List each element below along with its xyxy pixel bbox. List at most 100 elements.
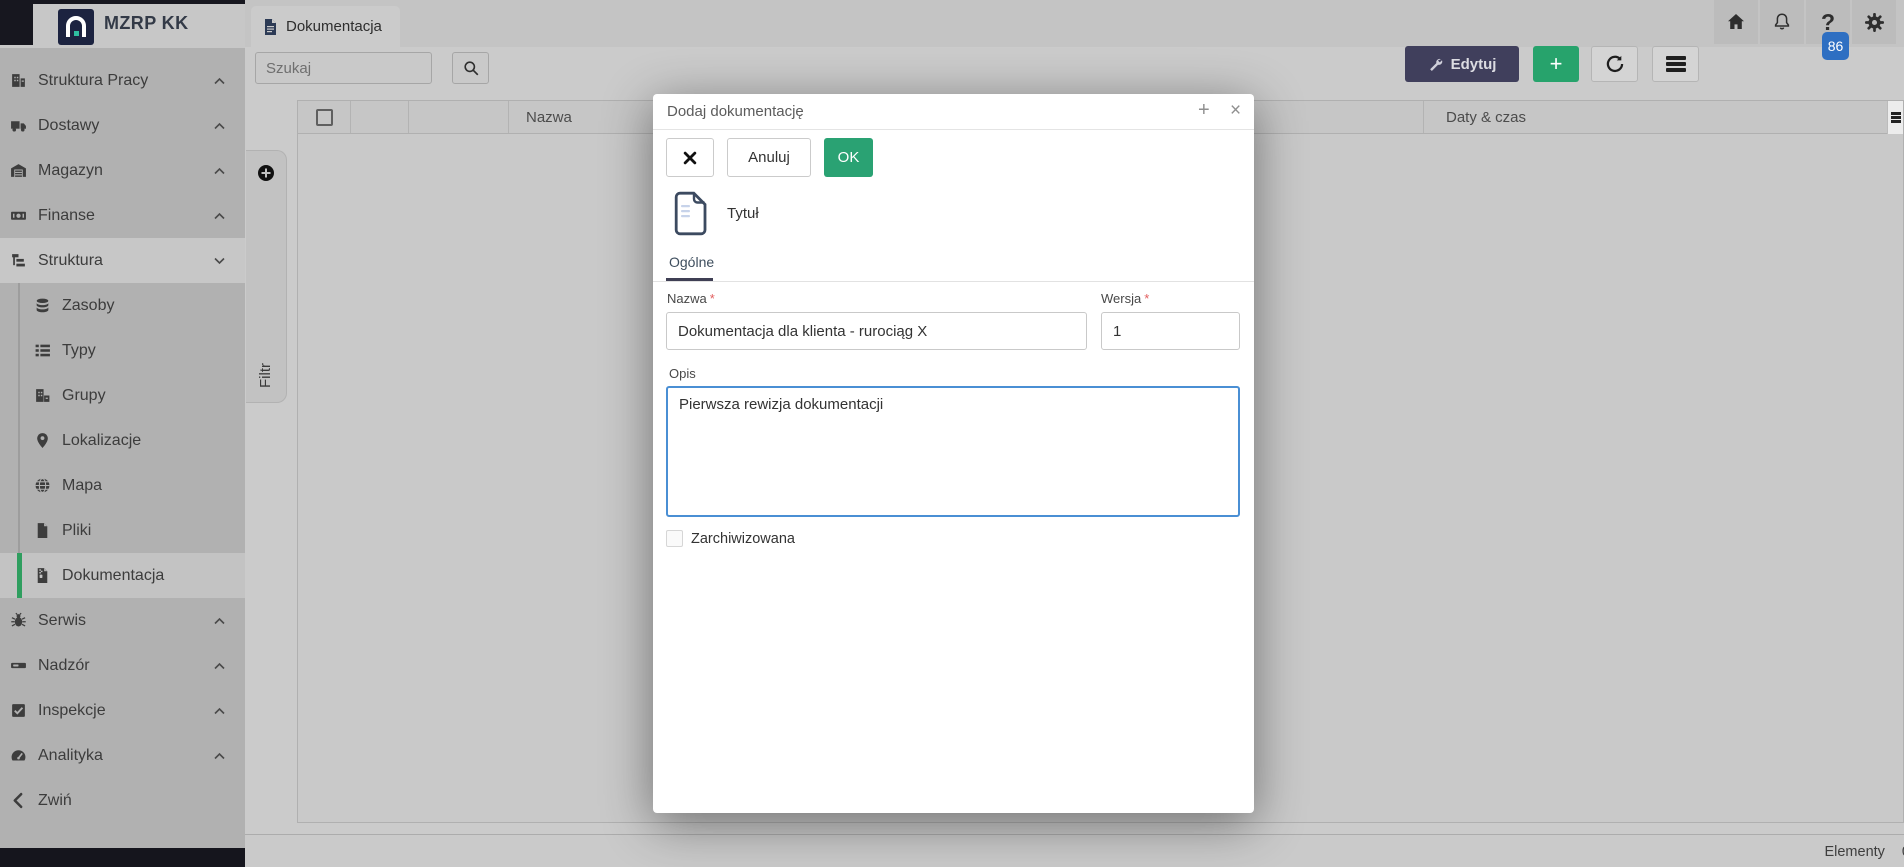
sidebar-item-inspekcje[interactable]: Inspekcje <box>0 688 245 733</box>
sidebar-item-label: Dokumentacja <box>62 567 164 585</box>
dialog-x-button[interactable] <box>666 138 714 177</box>
window-corner <box>0 0 33 45</box>
warehouse-icon <box>9 161 28 180</box>
sitemap-icon <box>9 251 28 270</box>
banknote-icon <box>9 206 28 225</box>
column-settings-button[interactable] <box>1887 101 1903 134</box>
sidebar-item-label: Struktura Pracy <box>38 72 148 90</box>
chevron-up-icon <box>214 662 225 669</box>
filter-panel-tab[interactable]: Filtr <box>246 150 287 403</box>
refresh-icon <box>1606 55 1624 73</box>
sidebar-item-nadzor[interactable]: Nadzór <box>0 643 245 688</box>
sidebar-item-dokumentacja[interactable]: Dokumentacja <box>0 553 245 598</box>
sidebar-item-analityka[interactable]: Analityka <box>0 733 245 778</box>
refresh-button[interactable] <box>1591 46 1638 82</box>
sidebar-item-lokalizacje[interactable]: Lokalizacje <box>0 418 245 463</box>
close-x-icon <box>683 151 697 165</box>
name-field[interactable] <box>666 312 1087 350</box>
sidebar-item-label: Zwiń <box>38 792 72 810</box>
sidebar-item-label: Typy <box>62 342 96 360</box>
sidebar-item-struktura[interactable]: Struktura <box>0 238 245 283</box>
select-all-checkbox[interactable] <box>316 109 333 126</box>
settings-button[interactable] <box>1852 0 1896 44</box>
sidebar-item-pliki[interactable]: Pliki <box>0 508 245 553</box>
globe-icon <box>33 476 52 495</box>
document-type-title: Tytuł <box>727 205 759 222</box>
version-field[interactable] <box>1101 312 1240 350</box>
hamburger-icon <box>1891 110 1901 124</box>
search-icon <box>463 60 479 76</box>
brand-name: MZRP KK <box>104 13 188 34</box>
add-button[interactable]: + <box>1533 46 1579 82</box>
sidebar-item-label: Mapa <box>62 477 102 495</box>
tunnel-logo-icon <box>58 9 94 45</box>
sidebar-item-struktura-pracy[interactable]: Struktura Pracy <box>0 58 245 103</box>
chevron-up-icon <box>214 707 225 714</box>
chevron-up-icon <box>214 212 225 219</box>
bell-icon <box>1772 12 1792 32</box>
sidebar-item-magazyn[interactable]: Magazyn <box>0 148 245 193</box>
cancel-button[interactable]: Anuluj <box>727 138 811 177</box>
sidebar-item-label: Finanse <box>38 207 95 225</box>
sidebar-item-label: Inspekcje <box>38 702 106 720</box>
window-bottom-edge <box>0 848 245 867</box>
notifications-button[interactable] <box>1760 0 1804 44</box>
sidebar-item-finanse[interactable]: Finanse <box>0 193 245 238</box>
home-button[interactable] <box>1714 0 1758 44</box>
gear-icon <box>1864 12 1885 33</box>
ok-button[interactable]: OK <box>824 138 873 177</box>
table-header-empty-cell <box>351 101 409 133</box>
sidebar-item-mapa[interactable]: Mapa <box>0 463 245 508</box>
edit-button[interactable]: Edytuj <box>1405 46 1519 82</box>
tools-icon <box>1428 57 1443 72</box>
sidebar-item-zwin[interactable]: Zwiń <box>0 778 245 823</box>
building-icon <box>9 71 28 90</box>
file-icon <box>33 521 52 540</box>
sidebar-item-dostawy[interactable]: Dostawy <box>0 103 245 148</box>
sidebar-item-label: Magazyn <box>38 162 103 180</box>
document-icon <box>674 191 707 236</box>
table-menu-button[interactable] <box>1652 46 1699 82</box>
table-header-checkbox-cell <box>298 101 351 133</box>
search-button[interactable] <box>452 52 489 84</box>
tab-label: Dokumentacja <box>286 18 382 35</box>
tab-dokumentacja[interactable]: Dokumentacja <box>251 6 400 47</box>
chevron-up-icon <box>214 752 225 759</box>
dialog-header[interactable]: Dodaj dokumentację + × <box>653 94 1254 130</box>
check-square-icon <box>9 701 28 720</box>
edit-button-label: Edytuj <box>1451 56 1497 73</box>
sidebar: MZRP KK Struktura Pracy Dostawy Magazyn … <box>0 0 245 867</box>
chevron-up-icon <box>214 617 225 624</box>
archived-checkbox[interactable] <box>666 530 683 547</box>
gauge-icon <box>9 746 28 765</box>
chevron-left-icon <box>9 791 28 810</box>
map-pin-icon <box>33 431 52 450</box>
chevron-up-icon <box>214 122 225 129</box>
table-header-empty-cell <box>409 101 509 133</box>
sidebar-nav: Struktura Pracy Dostawy Magazyn Finanse … <box>0 58 245 823</box>
sidebar-item-typy[interactable]: Typy <box>0 328 245 373</box>
bug-icon <box>9 611 28 630</box>
tab-general[interactable]: Ogólne <box>669 254 714 270</box>
plus-icon: + <box>1550 53 1563 75</box>
sidebar-item-label: Lokalizacje <box>62 432 141 450</box>
name-field-label: Nazwa* <box>667 291 715 306</box>
panel-icon <box>9 656 28 675</box>
add-documentation-dialog: Dodaj dokumentację + × Anuluj OK Tytuł O… <box>653 94 1254 813</box>
home-icon <box>1726 12 1746 32</box>
search-input[interactable] <box>255 52 432 84</box>
dialog-expand-icon[interactable]: + <box>1198 100 1210 120</box>
sidebar-item-serwis[interactable]: Serwis <box>0 598 245 643</box>
database-icon <box>33 296 52 315</box>
description-field[interactable]: Pierwsza rewizja dokumentacji <box>666 386 1240 517</box>
sidebar-item-grupy[interactable]: Grupy <box>0 373 245 418</box>
table-header-dates[interactable]: Daty & czas <box>1424 101 1889 133</box>
tab-divider <box>653 281 1254 282</box>
sidebar-item-label: Grupy <box>62 387 106 405</box>
help-badge: 86 <box>1822 32 1849 60</box>
dialog-close-icon[interactable]: × <box>1230 101 1241 120</box>
sidebar-item-label: Pliki <box>62 522 91 540</box>
status-bar: Elementy 0 <box>245 834 1904 867</box>
app-logo[interactable] <box>58 9 94 45</box>
sidebar-item-zasoby[interactable]: Zasoby <box>0 283 245 328</box>
